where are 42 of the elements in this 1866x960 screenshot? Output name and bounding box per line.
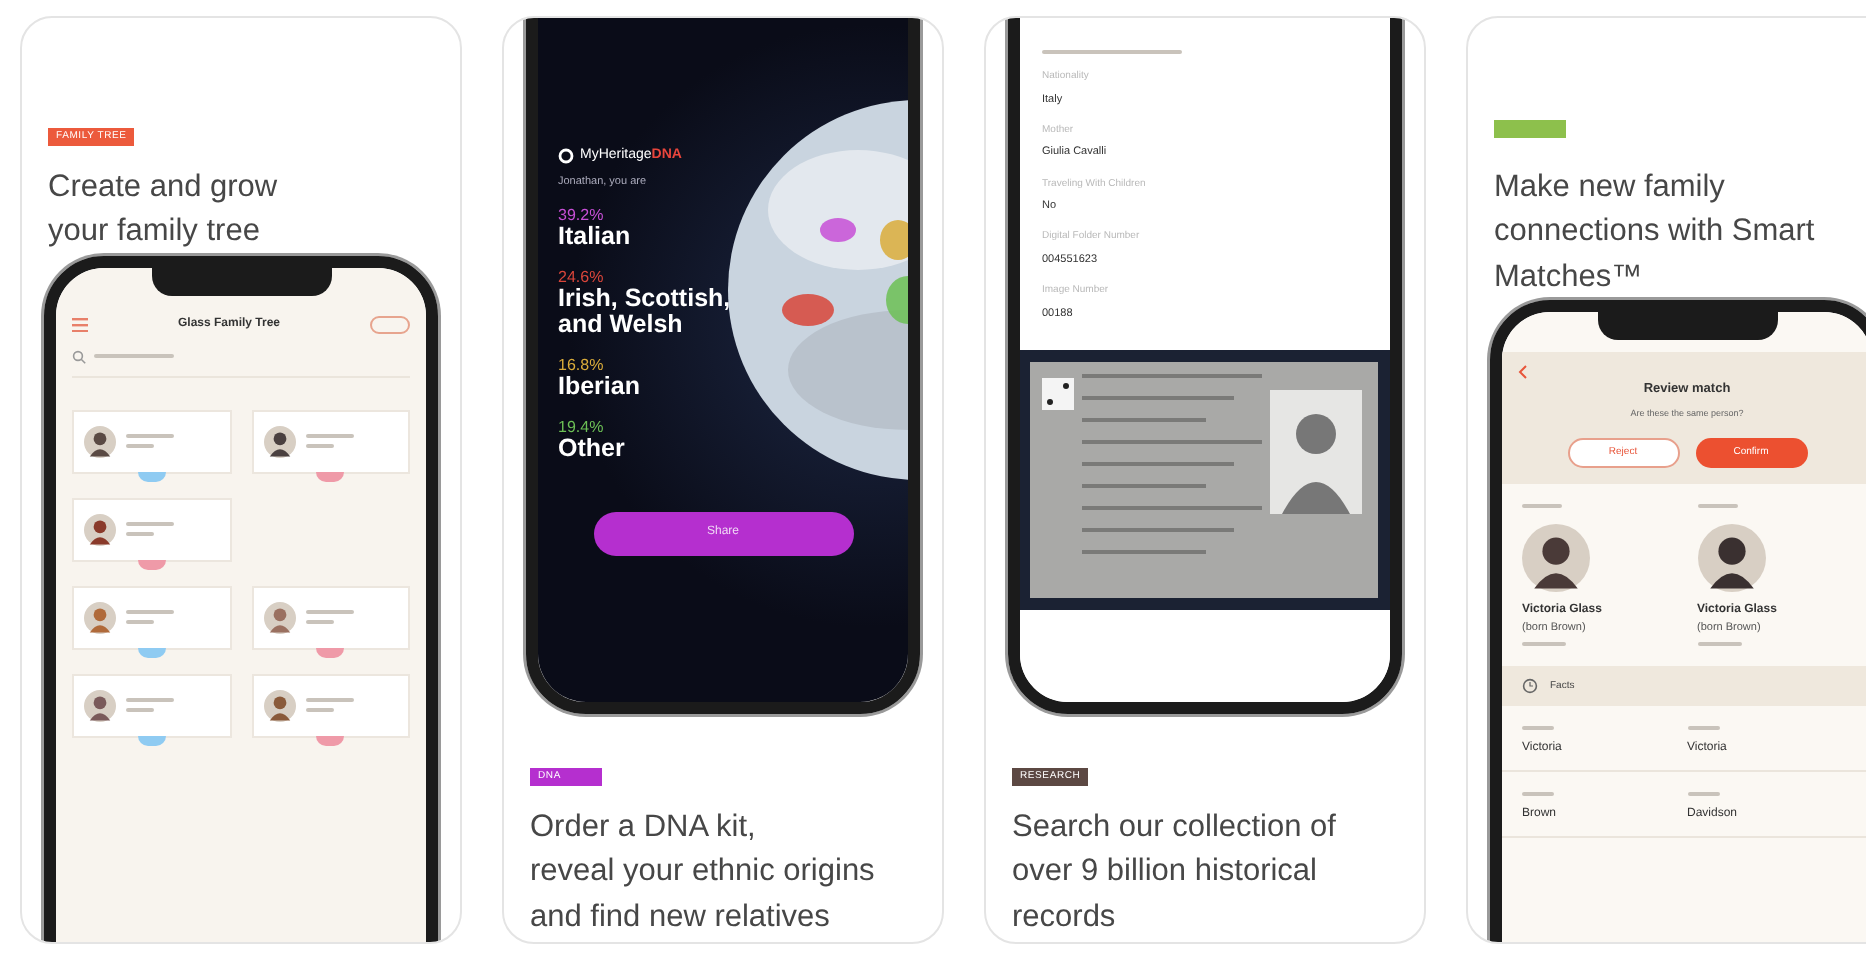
- blurred-text-line: [126, 434, 174, 439]
- blurred-text-line: [126, 522, 174, 527]
- search-icon: [72, 349, 86, 364]
- blurred-text-line: [126, 698, 174, 703]
- blurred-text-line: [1687, 792, 1719, 797]
- blurred-text-line: [126, 610, 174, 615]
- percentage: 19.4%: [558, 419, 606, 436]
- clock-icon: [1522, 678, 1538, 695]
- percentage: 16.8%: [558, 358, 606, 374]
- blurred-text-line: [1687, 726, 1719, 731]
- blurred-text-line: [126, 444, 154, 449]
- caption: Make new family connections with Smart Matches™: [1494, 168, 1817, 298]
- back-icon[interactable]: [1518, 364, 1528, 381]
- ethnicity-name: Irish, Scottish, and Welsh: [558, 285, 733, 340]
- caption: Search our collection of over 9 billion historical records: [1012, 808, 1338, 938]
- blurred-text-line: [1042, 50, 1182, 54]
- menu-icon: [72, 317, 88, 332]
- blurred-text-line: [305, 434, 353, 439]
- blurred-text-line: [126, 620, 154, 625]
- blurred-text-line: [126, 708, 154, 713]
- ethnicity-name: Italian: [558, 223, 633, 251]
- blurred-text-line: [1522, 504, 1562, 509]
- blurred-text-line: [305, 444, 333, 449]
- blurred-text-line: [1697, 642, 1741, 647]
- blurred-text-line: [1522, 642, 1566, 647]
- percentage: 39.2%: [558, 207, 606, 224]
- blurred-text-line: [305, 708, 333, 713]
- blurred-text-line: [305, 620, 333, 625]
- blurred-text-line: [94, 354, 174, 359]
- blurred-text-line: [126, 532, 154, 537]
- blurred-text-line: [305, 698, 353, 703]
- blurred-text-line: [305, 610, 353, 615]
- ethnicity-name: Other: [558, 435, 627, 463]
- tree-badge: [370, 315, 410, 334]
- blurred-text-line: [1522, 792, 1554, 797]
- blurred-text-line: [1697, 504, 1737, 509]
- percentage: 24.6%: [558, 269, 606, 285]
- caption: Create and grow your family tree: [48, 168, 280, 253]
- caption: Order a DNA kit, reveal your ethnic origins and find new relatives: [530, 808, 877, 938]
- ethnicity-name: Iberian: [558, 374, 642, 402]
- blurred-text-line: [1522, 726, 1554, 731]
- logo-icon: [558, 148, 574, 165]
